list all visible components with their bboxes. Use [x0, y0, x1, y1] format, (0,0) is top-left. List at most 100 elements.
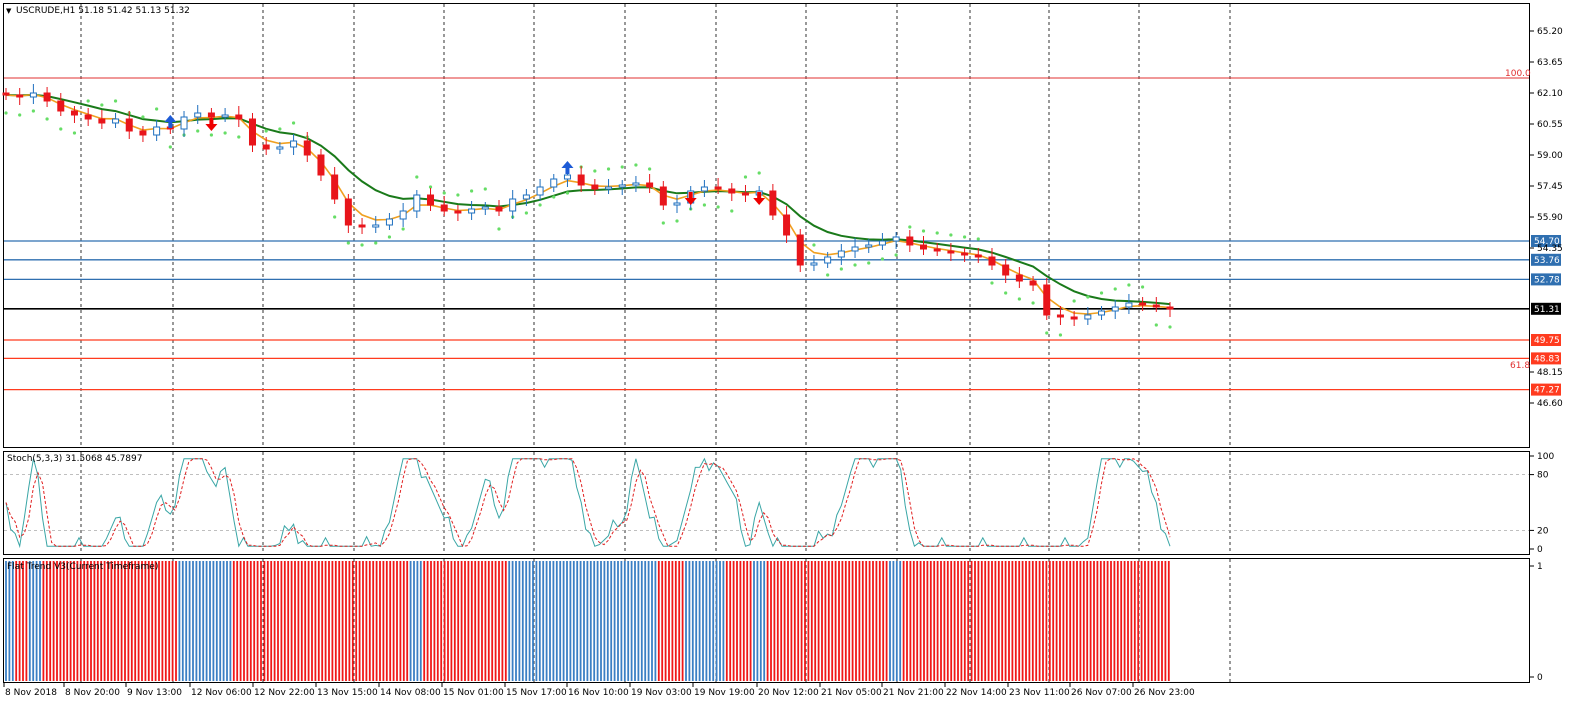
sar-dot [1113, 287, 1117, 291]
parabolic-sar [4, 99, 1172, 337]
sar-dot [483, 187, 487, 191]
candle-body [728, 188, 736, 194]
candle-body [741, 192, 749, 196]
sar-dot [86, 99, 90, 103]
stoch-tick-label: 20 [1537, 526, 1549, 536]
candle-body [413, 194, 421, 212]
flat-trend-histogram [5, 561, 1170, 681]
fib-label-100: 100.0 [1505, 69, 1531, 79]
sar-dot [921, 229, 926, 233]
stoch-panel[interactable] [3, 451, 1530, 555]
sar-dot [209, 133, 214, 137]
candle-body [43, 92, 51, 102]
sar-dot [100, 103, 104, 107]
panel-frames [3, 3, 1530, 683]
time-label: 21 Nov 05:00 [821, 688, 882, 698]
sar-dot [113, 99, 118, 103]
time-label: 19 Nov 19:00 [694, 688, 755, 698]
horizontal-levels[interactable]: 54.7053.7652.7851.3149.7548.8347.27 [4, 77, 1561, 396]
sar-dot [497, 227, 501, 231]
price-tick-label: 46.60 [1537, 399, 1563, 409]
flat-trend-panel[interactable] [3, 558, 1530, 683]
candle-body [495, 206, 503, 212]
sar-dot [839, 267, 843, 271]
sar-dot [716, 205, 720, 209]
time-label: 16 Nov 10:00 [568, 688, 629, 698]
sar-dot [264, 129, 268, 133]
price-tick-label: 60.55 [1537, 120, 1563, 130]
candle-body [194, 112, 202, 118]
price-tick-label: 63.65 [1537, 58, 1563, 68]
time-label: 26 Nov 07:00 [1071, 688, 1132, 698]
sar-dot [456, 193, 460, 197]
candle-body [673, 202, 681, 206]
sar-dot [634, 163, 638, 167]
sar-dot [880, 257, 885, 261]
candle-body [824, 256, 832, 264]
collapse-triangle-icon[interactable]: ▼ [6, 7, 12, 15]
candle-body [248, 118, 256, 146]
sar-dot [4, 111, 8, 115]
time-label: 8 Nov 20:00 [65, 688, 120, 698]
sar-dot [278, 127, 282, 131]
candle-body [112, 118, 120, 124]
candle-body [16, 94, 24, 98]
candle-body [769, 190, 777, 216]
time-label: 14 Nov 08:00 [380, 688, 441, 698]
time-label: 12 Nov 06:00 [191, 688, 252, 698]
candle-body [550, 178, 558, 188]
time-label: 8 Nov 2018 [5, 688, 57, 698]
candle-body [591, 184, 599, 190]
price-candles[interactable] [2, 84, 1174, 326]
stochastic-oscillator [5, 457, 1171, 549]
candle-body [385, 218, 393, 226]
price-tick-label: 65.20 [1537, 27, 1563, 37]
candle-body [1152, 304, 1160, 308]
price-tick-label: 55.90 [1537, 213, 1563, 223]
price-panel[interactable] [3, 3, 1530, 448]
candle-body [878, 240, 886, 246]
sar-dot [1004, 291, 1008, 295]
candle-body [29, 92, 37, 98]
sar-dot [415, 175, 419, 179]
candle-body [399, 210, 407, 220]
vertical-grid [4, 4, 1529, 682]
candle-body [125, 118, 133, 132]
sar-dot [1045, 331, 1049, 335]
candle-body [331, 174, 339, 200]
sar-dot [1058, 333, 1063, 337]
price-tick-label: 54.35 [1537, 244, 1563, 254]
sar-dot [442, 191, 446, 195]
sar-dot [1154, 323, 1158, 327]
candle-body [1166, 306, 1174, 310]
flat-tick-label: 0 [1537, 673, 1543, 683]
candle-body [207, 112, 215, 118]
sar-dot [1099, 291, 1104, 295]
sar-dot [374, 241, 378, 245]
sar-dot [743, 175, 748, 179]
time-label: 9 Nov 13:00 [127, 688, 182, 698]
candle-body [851, 246, 859, 252]
buy-arrow-icon [561, 161, 574, 174]
candle-body [481, 206, 489, 210]
sar-dot [1086, 295, 1090, 299]
time-label: 21 Nov 21:00 [883, 688, 944, 698]
trading-chart[interactable]: 54.7053.7652.7851.3149.7548.8347.27 65.2… [0, 0, 1596, 716]
candle-body [344, 198, 352, 226]
sar-dot [59, 127, 63, 131]
candle-body [1029, 280, 1037, 286]
level-tag-label-51.31: 51.31 [1534, 305, 1560, 315]
sar-dot [387, 235, 392, 239]
sar-dot [976, 237, 980, 241]
candle-body [427, 194, 435, 206]
candle-body [139, 130, 147, 136]
sar-dot [1127, 283, 1131, 287]
candle-body [2, 92, 10, 96]
stoch-tick-label: 0 [1537, 545, 1543, 555]
candle-body [235, 114, 243, 120]
time-label: 12 Nov 22:00 [254, 688, 315, 698]
sar-dot [333, 215, 337, 219]
sar-dot [72, 131, 77, 135]
candle-body [262, 144, 270, 150]
sar-dot [949, 233, 953, 237]
